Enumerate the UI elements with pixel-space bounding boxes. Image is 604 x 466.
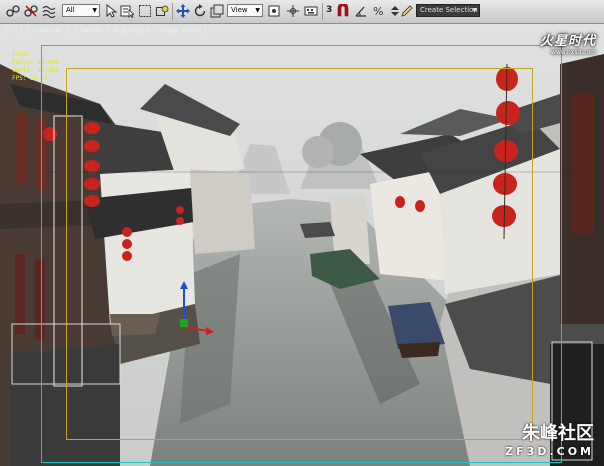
- keyboard-shortcut-override-icon[interactable]: [304, 4, 318, 18]
- bind-space-warp-icon[interactable]: [42, 4, 56, 18]
- select-scale-icon[interactable]: [210, 4, 224, 18]
- watermark-bottom-right: 朱峰社区 ZF3D.COM: [505, 419, 594, 458]
- camera-viewport[interactable]: [ + ] [ Camera01 ] [ Smooth + Highlights…: [0, 24, 604, 466]
- snaps-toggle-icon[interactable]: [336, 4, 350, 18]
- reference-coordinate-value: View: [231, 6, 248, 14]
- reference-coordinate-dropdown[interactable]: View ▼: [227, 4, 263, 17]
- selection-filter-value: All: [66, 6, 75, 14]
- named-selection-set-dropdown[interactable]: Create Selection Se▼: [416, 4, 480, 17]
- transform-gizmo-icon[interactable]: [176, 279, 216, 339]
- percent-snap-icon[interactable]: %: [372, 4, 386, 18]
- safe-frame-action-area: [66, 68, 533, 440]
- watermark-top-right-text: 火星时代: [539, 34, 596, 49]
- selection-filter-dropdown[interactable]: All ▼: [62, 4, 100, 17]
- select-object-icon[interactable]: [104, 4, 118, 18]
- svg-text:%: %: [373, 5, 383, 18]
- watermark-bottom-right-sub: ZF3D.COM: [505, 445, 594, 458]
- watermark-top-right-url: www.hxsd.com: [550, 49, 596, 56]
- watermark-top-right: 火星时代 www.hxsd.com: [540, 30, 596, 56]
- viewport-label-menu[interactable]: [ + ] [ Camera01 ] [ Smooth + Highlights…: [5, 27, 207, 34]
- select-by-name-icon[interactable]: [120, 4, 134, 18]
- watermark-bottom-right-text: 朱峰社区: [522, 423, 594, 444]
- main-toolbar: All ▼ View ▼ 3 % Create Selection ▼: [0, 0, 604, 24]
- snap-dimension-label[interactable]: 3: [326, 5, 332, 15]
- manipulate-icon[interactable]: [286, 4, 300, 18]
- select-rotate-icon[interactable]: [193, 4, 207, 18]
- use-pivot-center-icon[interactable]: [267, 4, 281, 18]
- window-crossing-icon[interactable]: [155, 4, 169, 18]
- 3d-app-window: All ▼ View ▼ 3 % Create Selection ▼ [+ …: [0, 0, 604, 466]
- unlink-icon[interactable]: [24, 4, 38, 18]
- rect-selection-region-icon[interactable]: [138, 4, 152, 18]
- named-selection-set-value: Create Selection Se: [420, 6, 479, 14]
- select-link-icon[interactable]: [6, 4, 20, 18]
- select-move-icon[interactable]: [176, 4, 190, 18]
- angle-snap-icon[interactable]: [354, 4, 368, 18]
- edit-named-selections-icon[interactable]: [400, 4, 414, 18]
